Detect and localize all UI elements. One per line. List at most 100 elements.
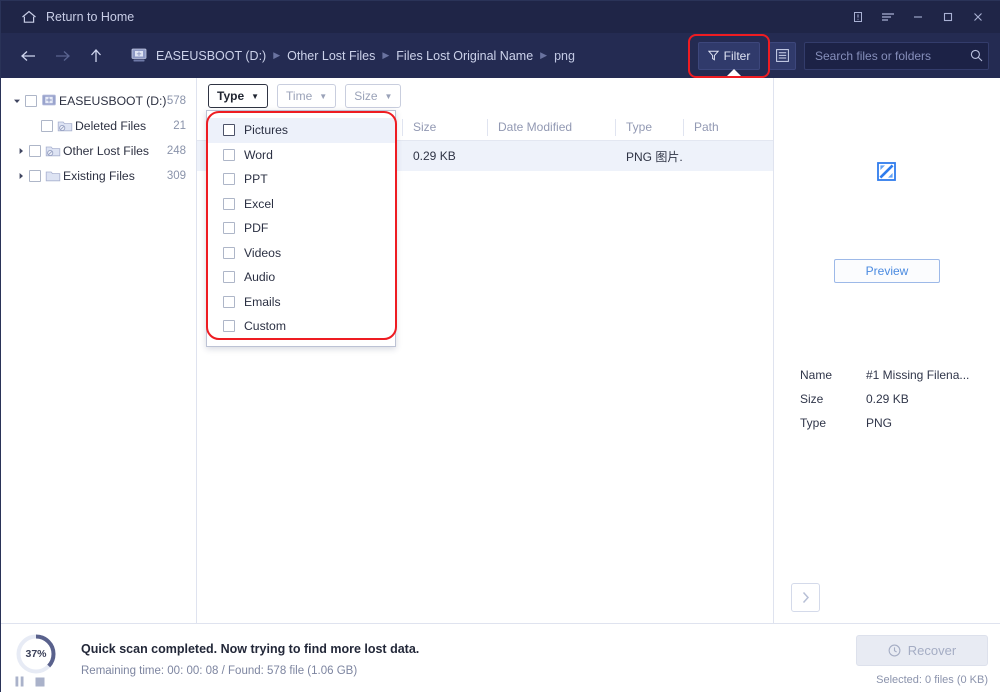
sidebar-item-existing-files[interactable]: Existing Files 309 — [1, 163, 196, 188]
breadcrumb-item-1[interactable]: Other Lost Files — [287, 49, 375, 63]
column-header-type[interactable]: Type — [615, 114, 683, 141]
sidebar-item-other-lost-files[interactable]: Other Lost Files 248 — [1, 138, 196, 163]
meta-key: Size — [800, 392, 824, 406]
chevron-down-icon: ▼ — [251, 91, 260, 101]
option-label: Emails — [244, 294, 281, 309]
dropdown-option-custom[interactable]: Custom — [207, 314, 395, 339]
breadcrumb-separator: ▶ — [540, 50, 548, 60]
search-icon[interactable] — [970, 49, 983, 62]
sidebar-checkbox[interactable] — [29, 169, 41, 182]
chevron-right-icon[interactable] — [791, 583, 820, 612]
dropdown-option-audio[interactable]: Audio — [207, 265, 395, 290]
sidebar-item-label: Existing Files — [63, 168, 135, 183]
sidebar-item-easeusboot[interactable]: EASEUSBOOT (D:) 578 — [1, 88, 196, 113]
breadcrumb-item-2[interactable]: Files Lost Original Name — [396, 49, 533, 63]
cell-type: PNG 图片... — [626, 149, 683, 164]
cell-size: 0.29 KB — [413, 149, 456, 163]
arrow-up-icon[interactable] — [79, 39, 113, 73]
option-checkbox[interactable] — [223, 222, 235, 235]
sidebar-item-label: Other Lost Files — [63, 143, 150, 158]
status-bar: 37% Quick scan completed. Now trying to … — [1, 623, 1000, 692]
breadcrumb-item-0[interactable]: EASEUSBOOT (D:) — [156, 49, 266, 63]
maximize-icon[interactable] — [933, 2, 963, 32]
option-checkbox[interactable] — [223, 320, 235, 333]
scan-controls — [15, 676, 45, 687]
deleted-folder-icon — [57, 119, 74, 133]
preview-button[interactable]: Preview — [834, 259, 940, 283]
option-label: Word — [244, 147, 273, 162]
meta-value: 0.29 KB — [866, 392, 909, 406]
breadcrumb-item-3[interactable]: png — [554, 49, 575, 63]
sidebar-item-count: 309 — [166, 169, 186, 182]
drive-icon — [41, 94, 58, 108]
sidebar-checkbox[interactable] — [29, 144, 41, 157]
filter-chip-size[interactable]: Size ▼ — [345, 84, 402, 108]
option-checkbox[interactable] — [223, 148, 235, 161]
dropdown-option-ppt[interactable]: PPT — [207, 167, 395, 192]
home-icon — [21, 10, 37, 24]
option-label: PDF — [244, 221, 269, 236]
option-checkbox[interactable] — [223, 271, 235, 284]
dropdown-option-videos[interactable]: Videos — [207, 241, 395, 266]
sidebar-item-label: EASEUSBOOT (D:) — [59, 93, 167, 108]
menu-icon[interactable] — [873, 2, 903, 32]
twisty-right-icon[interactable] — [13, 147, 29, 155]
twisty-down-icon[interactable] — [9, 97, 25, 105]
search-input[interactable] — [815, 48, 970, 63]
funnel-icon — [707, 50, 719, 61]
easeus-recovery-window: Return to Home EASEUSBOOT (D:) ▶ Other L… — [0, 0, 1000, 692]
chevron-down-icon: ▼ — [384, 91, 393, 101]
dropdown-option-pictures[interactable]: Pictures — [207, 118, 395, 143]
meta-key: Name — [800, 368, 833, 382]
option-checkbox[interactable] — [223, 124, 235, 137]
recover-label: Recover — [907, 643, 957, 658]
option-checkbox[interactable] — [223, 173, 235, 186]
option-label: PPT — [244, 172, 268, 187]
type-filter-dropdown: Pictures Word PPT Excel PDF Videos Audio… — [206, 110, 396, 347]
filter-chip-label: Type — [217, 89, 245, 103]
scan-progress-ring: 37% — [14, 632, 58, 676]
filter-label: Filter — [723, 48, 751, 63]
scan-status-message: Quick scan completed. Now trying to find… — [81, 642, 420, 656]
arrow-left-icon[interactable] — [11, 39, 45, 73]
column-header-path[interactable]: Path — [683, 114, 773, 141]
stop-icon[interactable] — [35, 677, 45, 687]
navigation-bar: EASEUSBOOT (D:) ▶ Other Lost Files ▶ Fil… — [1, 33, 1000, 78]
dropdown-option-word[interactable]: Word — [207, 143, 395, 168]
pause-icon[interactable] — [15, 676, 24, 687]
arrow-right-icon[interactable] — [45, 39, 79, 73]
option-label: Pictures — [244, 123, 289, 138]
sidebar-item-deleted-files[interactable]: Deleted Files 21 — [1, 113, 196, 138]
search-box[interactable] — [804, 41, 989, 70]
twisty-right-icon[interactable] — [13, 172, 29, 180]
option-checkbox[interactable] — [223, 295, 235, 308]
breadcrumb-separator: ▶ — [273, 50, 281, 60]
option-checkbox[interactable] — [223, 246, 235, 259]
minimize-icon[interactable] — [903, 2, 933, 32]
chevron-down-icon: ▼ — [319, 91, 328, 101]
preview-panel: Preview Name #1 Missing Filena... Size 0… — [774, 78, 999, 623]
close-icon[interactable] — [963, 2, 993, 32]
filter-chip-time[interactable]: Time ▼ — [277, 84, 337, 108]
sidebar-checkbox[interactable] — [41, 119, 53, 132]
recover-clock-icon — [888, 644, 901, 657]
window-controls — [843, 2, 993, 32]
list-view-icon[interactable] — [769, 41, 796, 70]
column-header-size[interactable]: Size — [402, 114, 487, 141]
column-header-date-modified[interactable]: Date Modified — [487, 114, 615, 141]
dropdown-option-excel[interactable]: Excel — [207, 192, 395, 217]
filter-chip-type[interactable]: Type ▼ — [208, 84, 269, 108]
image-placeholder-icon — [877, 162, 896, 186]
option-checkbox[interactable] — [223, 197, 235, 210]
filter-button[interactable]: Filter — [698, 41, 760, 70]
dropdown-option-pdf[interactable]: PDF — [207, 216, 395, 241]
sidebar-item-count: 21 — [173, 119, 186, 132]
recover-button[interactable]: Recover — [856, 635, 988, 666]
selected-files-text: Selected: 0 files (0 KB) — [876, 674, 988, 686]
dropdown-option-emails[interactable]: Emails — [207, 290, 395, 315]
sidebar-checkbox[interactable] — [25, 94, 37, 107]
main-body: EASEUSBOOT (D:) 578 Deleted Files 21 Oth… — [1, 78, 1000, 623]
return-to-home-label: Return to Home — [46, 10, 135, 24]
feedback-icon[interactable] — [843, 2, 873, 32]
return-to-home-button[interactable]: Return to Home — [21, 1, 134, 33]
